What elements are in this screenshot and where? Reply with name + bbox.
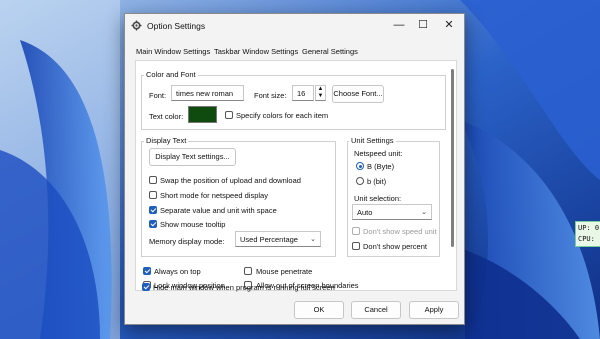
- always-on-top-checkbox[interactable]: [143, 267, 151, 275]
- window-title: Option Settings: [147, 21, 206, 31]
- always-on-top-label: Always on top: [154, 267, 201, 276]
- upload-readout: UP: 0.: [578, 224, 600, 232]
- specify-colors-checkbox[interactable]: [225, 111, 233, 119]
- memory-mode-label: Memory display mode:: [149, 237, 225, 246]
- specify-colors-label: Specify colors for each item: [236, 111, 329, 120]
- dont-show-percent-checkbox[interactable]: [352, 242, 360, 250]
- dont-show-percent-label: Don't show percent: [363, 242, 427, 251]
- short-mode-label: Short mode for netspeed display: [160, 191, 268, 200]
- chevron-down-icon: ⌄: [310, 236, 316, 243]
- swap-upload-download-label: Swap the position of upload and download: [160, 176, 301, 185]
- main-settings-panel: Color and Font Font: times new roman Fon…: [135, 60, 457, 291]
- close-button[interactable]: ✕: [438, 18, 460, 33]
- font-size-stepper[interactable]: ▲ ▼: [315, 85, 326, 101]
- unit-selection-select[interactable]: Auto ⌄: [352, 204, 432, 220]
- unit-settings-group-label: Unit Settings: [349, 136, 396, 145]
- chevron-down-icon: ⌄: [421, 209, 427, 216]
- cpu-readout: CPU:: [578, 235, 595, 243]
- color-font-group-label: Color and Font: [144, 70, 198, 79]
- color-font-group: [141, 75, 446, 130]
- mouse-penetrate-label: Mouse penetrate: [256, 267, 313, 276]
- netspeed-overlay-window[interactable]: UP: 0. CPU:: [575, 221, 600, 247]
- swap-upload-download-checkbox[interactable]: [149, 176, 157, 184]
- hide-main-window-checkbox[interactable]: [142, 283, 150, 291]
- unit-selection-value: Auto: [357, 208, 373, 217]
- bit-label: b (bit): [367, 177, 387, 186]
- netspeed-unit-label: Netspeed unit:: [354, 149, 403, 158]
- title-bar[interactable]: Option Settings — ☐ ✕: [125, 14, 464, 37]
- show-mouse-tooltip-label: Show mouse tooltip: [160, 220, 226, 229]
- byte-radio[interactable]: [356, 162, 364, 170]
- dont-show-speed-unit-label: Don't show speed unit: [363, 227, 437, 236]
- choose-font-button[interactable]: Choose Font...: [332, 85, 384, 103]
- hide-main-window-label: Hide main window when program is running…: [153, 283, 335, 292]
- display-text-settings-button[interactable]: Display Text settings...: [149, 148, 236, 166]
- font-size-label: Font size:: [254, 91, 287, 100]
- font-size-field[interactable]: 16: [292, 85, 314, 101]
- option-settings-dialog: Option Settings — ☐ ✕ Main Window Settin…: [124, 13, 465, 325]
- tab-taskbar-window-settings[interactable]: Taskbar Window Settings: [214, 47, 298, 56]
- text-color-label: Text color:: [149, 112, 184, 121]
- show-mouse-tooltip-checkbox[interactable]: [149, 220, 157, 228]
- vertical-scrollbar[interactable]: [451, 69, 454, 247]
- apply-button[interactable]: Apply: [409, 301, 459, 319]
- font-label: Font:: [149, 91, 167, 100]
- settings-app-icon: [131, 20, 142, 31]
- maximize-button[interactable]: ☐: [412, 18, 434, 33]
- memory-mode-value: Used Percentage: [240, 235, 298, 244]
- tab-main-window-settings[interactable]: Main Window Settings: [136, 47, 210, 56]
- text-color-swatch[interactable]: [188, 106, 217, 123]
- ok-button[interactable]: OK: [294, 301, 344, 319]
- display-text-group-label: Display Text: [144, 136, 189, 145]
- mouse-penetrate-checkbox[interactable]: [244, 267, 252, 275]
- separate-value-unit-checkbox[interactable]: [149, 206, 157, 214]
- bit-radio[interactable]: [356, 177, 364, 185]
- memory-mode-select[interactable]: Used Percentage ⌄: [235, 231, 321, 247]
- font-name-field[interactable]: times new roman: [171, 85, 244, 101]
- unit-selection-label: Unit selection:: [354, 194, 402, 203]
- cancel-button[interactable]: Cancel: [351, 301, 401, 319]
- tab-general-settings[interactable]: General Settings: [302, 47, 358, 56]
- byte-label: B (Byte): [367, 162, 395, 171]
- minimize-button[interactable]: —: [388, 18, 410, 33]
- short-mode-checkbox[interactable]: [149, 191, 157, 199]
- separate-value-unit-label: Separate value and unit with space: [160, 206, 277, 215]
- dont-show-speed-unit-checkbox[interactable]: [352, 227, 360, 235]
